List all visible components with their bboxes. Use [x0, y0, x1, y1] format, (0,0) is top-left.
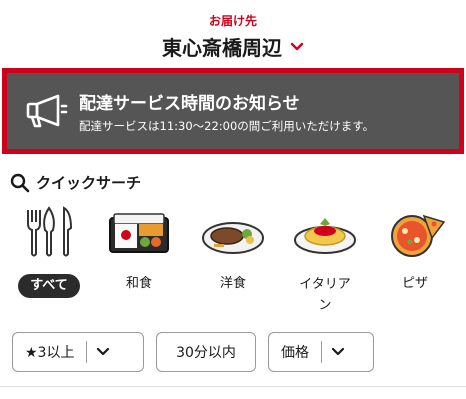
quick-search-heading: クイックサーチ: [10, 172, 141, 193]
category-all[interactable]: すべて: [6, 204, 92, 298]
chevron-down-icon: [322, 333, 354, 371]
rating-filter-label: ★3以上: [25, 345, 75, 361]
category-japanese[interactable]: 和食: [96, 204, 182, 294]
pizza-icon: [391, 214, 446, 257]
category-list: すべて 和食 洋食 イタリアン ピザ: [0, 204, 466, 322]
pasta-icon: [294, 218, 356, 254]
section-divider: [0, 386, 466, 387]
megaphone-icon: [26, 94, 68, 128]
category-label-all: すべて: [18, 274, 80, 298]
category-label-italian: イタリアン: [299, 277, 351, 313]
chevron-down-icon: [290, 42, 304, 50]
service-hours-notice[interactable]: 配達サービス時間のお知らせ 配達サービスは11:30〜22:00の間ご利用いただ…: [2, 68, 464, 154]
delivery-header: お届け先 東心斎橋周辺: [0, 0, 466, 66]
chevron-down-icon: [87, 333, 119, 371]
search-icon: [10, 173, 30, 192]
steak-plate-icon: [202, 222, 264, 254]
category-label-japanese: 和食: [125, 276, 152, 291]
notice-title: 配達サービス時間のお知らせ: [79, 93, 300, 114]
cutlery-icon: [27, 206, 73, 257]
price-filter-dropdown[interactable]: 価格: [268, 332, 374, 372]
category-label-pizza: ピザ: [401, 276, 428, 291]
time-filter-label: 30分以内: [176, 345, 236, 361]
category-italian[interactable]: イタリアン: [282, 204, 368, 316]
time-filter-button[interactable]: 30分以内: [156, 332, 256, 372]
notice-body: 配達サービスは11:30〜22:00の間ご利用いただけます。: [79, 118, 375, 133]
bento-icon: [109, 213, 169, 253]
price-filter-label: 価格: [281, 345, 309, 361]
filter-bar: ★3以上 30分以内 価格: [0, 332, 466, 374]
deliver-to-label: お届け先: [208, 14, 257, 28]
category-pizza[interactable]: ピザ: [372, 204, 458, 294]
location-text: 東心斎橋周辺: [162, 36, 282, 60]
quick-search-label: クイックサーチ: [36, 174, 142, 192]
category-western[interactable]: 洋食: [190, 204, 276, 294]
category-label-western: 洋食: [219, 276, 246, 291]
rating-filter-dropdown[interactable]: ★3以上: [12, 332, 144, 372]
location-selector[interactable]: 東心斎橋周辺: [0, 32, 466, 61]
